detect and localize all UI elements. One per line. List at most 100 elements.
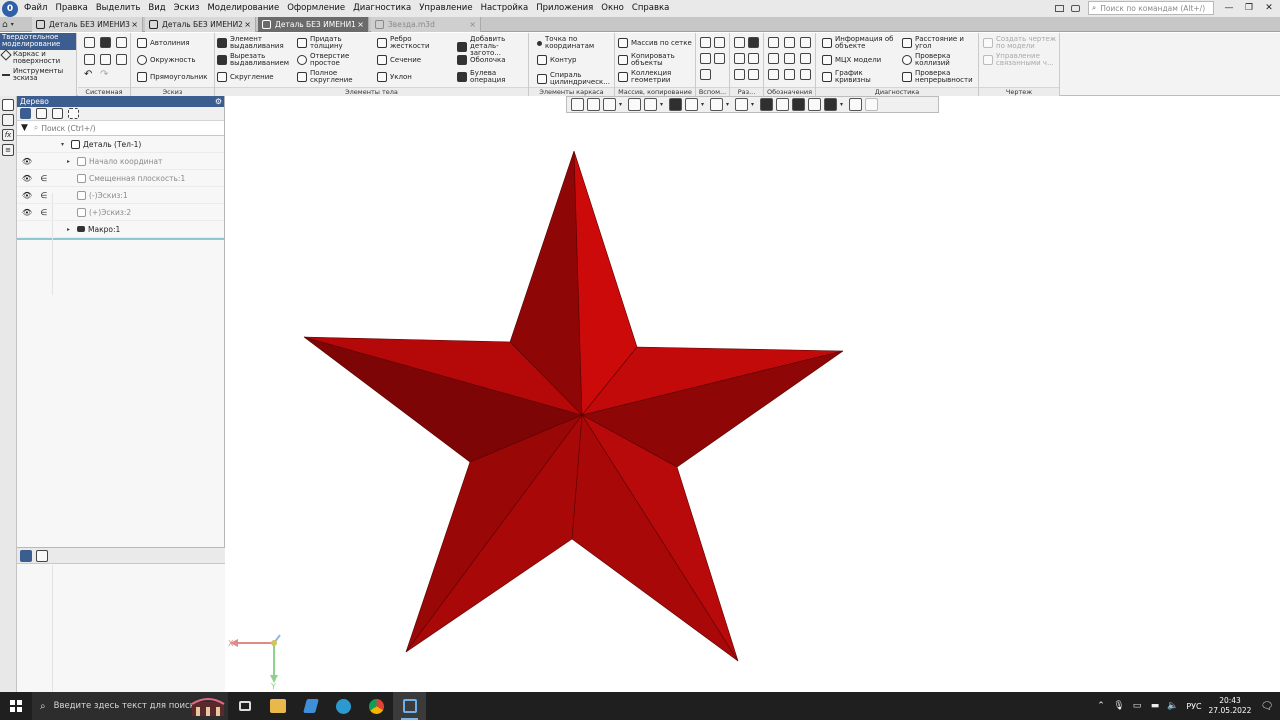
- tree-view-tab-icon[interactable]: [20, 549, 32, 562]
- frame-icon[interactable]: [571, 98, 584, 111]
- properties-icon[interactable]: [116, 54, 127, 65]
- shell-button[interactable]: Оболочка: [457, 55, 506, 65]
- size-diameter-icon[interactable]: [748, 53, 759, 64]
- section-button[interactable]: Сечение: [377, 55, 421, 65]
- menu-item[interactable]: Правка: [51, 0, 91, 17]
- close-icon[interactable]: ×: [469, 17, 476, 32]
- aux-plane-icon[interactable]: [714, 37, 725, 48]
- mode-solid-modeling[interactable]: Твердотельное моделирование: [0, 33, 76, 50]
- notation-tolerance-icon[interactable]: [768, 53, 779, 64]
- menu-item[interactable]: Выделить: [92, 0, 145, 17]
- chevron-up-icon[interactable]: ⌃: [1092, 701, 1110, 711]
- contour-button[interactable]: Контур: [537, 55, 577, 65]
- helix-button[interactable]: Спираль цилиндрическ...: [537, 72, 613, 86]
- notation-base-icon[interactable]: [784, 37, 795, 48]
- filter-icon[interactable]: [824, 98, 837, 111]
- menu-item[interactable]: Эскиз: [170, 0, 204, 17]
- model-viewport[interactable]: X Y: [226, 113, 1280, 692]
- tree-node[interactable]: 👁 ∈ (+)Эскиз:2: [17, 204, 224, 221]
- mode-wireframe-surfaces[interactable]: Каркас и поверхности: [0, 49, 76, 67]
- network-icon[interactable]: ▭: [1128, 701, 1146, 711]
- select-icon[interactable]: [849, 98, 862, 111]
- expander-icon[interactable]: ▸: [67, 158, 73, 165]
- document-tab[interactable]: Деталь БЕЗ ИМЕНИ1 ×: [258, 17, 369, 32]
- layout-icon[interactable]: [1052, 1, 1066, 15]
- copy-objects-button[interactable]: Копировать объекты: [618, 53, 694, 67]
- add-part-button[interactable]: Добавить деталь-загото...: [457, 36, 527, 57]
- redo-icon[interactable]: ↷: [100, 70, 108, 80]
- chevron-down-icon[interactable]: ▾: [840, 101, 846, 108]
- boolean-button[interactable]: Булева операция: [457, 70, 523, 84]
- list-view-tab-icon[interactable]: [36, 549, 48, 562]
- zoom-icon[interactable]: [603, 98, 616, 111]
- size-chain-icon[interactable]: [748, 69, 759, 80]
- cut-extrude-button[interactable]: Вырезать выдавливанием: [217, 53, 295, 67]
- visibility-eye-icon[interactable]: 👁: [21, 191, 33, 200]
- edit-icon[interactable]: [865, 98, 878, 111]
- geometry-collection-button[interactable]: Коллекция геометрии: [618, 70, 694, 84]
- minimize-button[interactable]: —: [1222, 1, 1236, 15]
- mode-sketch-tools[interactable]: Инструменты эскиза: [0, 67, 76, 84]
- size-radial-icon[interactable]: [748, 37, 759, 48]
- undo-icon[interactable]: ↶: [84, 70, 92, 80]
- part-filter-icon[interactable]: [792, 98, 805, 111]
- rib-button[interactable]: Ребро жесткости: [377, 36, 443, 50]
- notation-leader-icon[interactable]: [768, 37, 779, 48]
- tree-build-order-icon[interactable]: [36, 108, 47, 119]
- document-tab[interactable]: Звезда.m3d ×: [371, 17, 481, 32]
- kompas-app[interactable]: [393, 692, 426, 720]
- circle-button[interactable]: Окружность: [137, 55, 196, 65]
- tree-search-input[interactable]: [41, 123, 192, 133]
- membership-icon[interactable]: ∈: [39, 208, 49, 217]
- visibility-icon[interactable]: [710, 98, 723, 111]
- chevron-down-icon[interactable]: ▾: [660, 101, 666, 108]
- chevron-down-icon[interactable]: ▾: [751, 101, 757, 108]
- manage-drawings-button[interactable]: Управление связанными ч...: [983, 53, 1059, 67]
- menu-item[interactable]: Окно: [597, 0, 628, 17]
- rectangle-button[interactable]: Прямоугольник: [137, 72, 208, 82]
- layers-icon[interactable]: [808, 98, 821, 111]
- camera-view-icon[interactable]: [735, 98, 748, 111]
- tree-node[interactable]: 👁 ▸ Начало координат: [17, 153, 224, 170]
- edge-app[interactable]: [327, 692, 360, 720]
- save-icon[interactable]: [116, 37, 127, 48]
- chrome-app[interactable]: [360, 692, 393, 720]
- taskbar-search[interactable]: ⌕ Введите здесь текст для поиска: [32, 692, 228, 720]
- orient-icon[interactable]: [587, 98, 600, 111]
- menu-item[interactable]: Диагностика: [349, 0, 415, 17]
- menu-item[interactable]: Управление: [415, 0, 476, 17]
- language-indicator[interactable]: РУС: [1182, 702, 1206, 711]
- clock[interactable]: 20:43 27.05.2022: [1206, 696, 1254, 716]
- camera-icon[interactable]: [1068, 1, 1082, 15]
- close-icon[interactable]: ×: [357, 17, 364, 32]
- box-icon[interactable]: [776, 98, 789, 111]
- collisions-button[interactable]: Проверка коллизий: [902, 53, 978, 67]
- aux-offset-plane-icon[interactable]: [700, 53, 711, 64]
- notation-thread-icon[interactable]: [800, 53, 811, 64]
- tree-select-icon[interactable]: [68, 108, 79, 119]
- close-icon[interactable]: ×: [131, 17, 138, 32]
- visibility-eye-icon[interactable]: 👁: [21, 157, 33, 166]
- menu-item[interactable]: Оформление: [283, 0, 349, 17]
- menu-item[interactable]: Настройка: [477, 0, 533, 17]
- thicken-button[interactable]: Придать толщину: [297, 36, 361, 50]
- document-tab[interactable]: Деталь БЕЗ ИМЕНИ2 ×: [145, 17, 256, 32]
- notation-table-icon[interactable]: [784, 69, 795, 80]
- star-model[interactable]: [226, 113, 1280, 692]
- expander-icon[interactable]: ▸: [67, 226, 73, 233]
- gear-icon[interactable]: ⚙: [215, 96, 222, 107]
- size-linear-icon[interactable]: [734, 37, 745, 48]
- shaded-view-icon[interactable]: [669, 98, 682, 111]
- menu-item[interactable]: Моделирование: [203, 0, 283, 17]
- home-button[interactable]: ⌂ ▾: [2, 18, 28, 31]
- tree-links-icon[interactable]: [52, 108, 63, 119]
- axes-icon[interactable]: [644, 98, 657, 111]
- tree-node[interactable]: ▾ Деталь (Тел-1): [17, 136, 224, 153]
- explorer-app[interactable]: [261, 692, 294, 720]
- new-document-icon[interactable]: [84, 37, 95, 48]
- tree-structure-icon[interactable]: [20, 108, 31, 119]
- menu-item[interactable]: Справка: [628, 0, 673, 17]
- document-tab[interactable]: Деталь БЕЗ ИМЕНИ3 ×: [32, 17, 143, 32]
- layers-panel-icon[interactable]: ≡: [2, 144, 14, 156]
- variables-icon[interactable]: fx: [2, 129, 14, 141]
